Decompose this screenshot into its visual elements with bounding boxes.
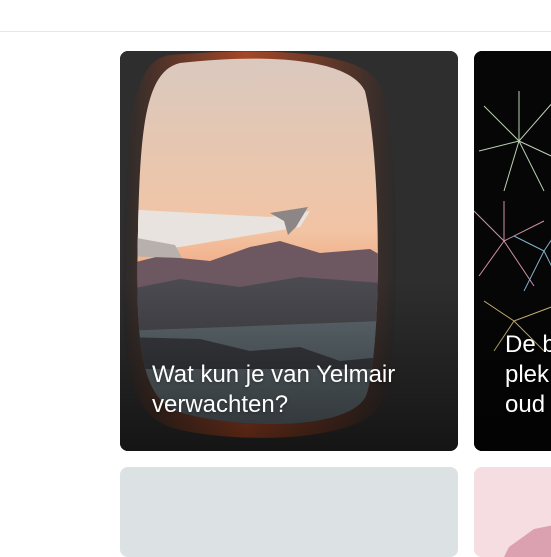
card-bottom-left[interactable]: [120, 467, 458, 557]
pink-landscape-image: [474, 467, 551, 557]
card-yelmair[interactable]: Wat kun je van Yelmair verwachten?: [120, 51, 458, 451]
card-fireworks[interactable]: De b plek oud: [474, 51, 551, 451]
top-bar: [0, 0, 551, 32]
card-title: Wat kun je van Yelmair verwachten?: [152, 361, 396, 418]
card-title-line: De b plek oud: [505, 331, 551, 418]
sky-image: [120, 467, 458, 557]
card-bottom-right[interactable]: [474, 467, 551, 557]
card-title: De b plek oud: [505, 330, 551, 420]
